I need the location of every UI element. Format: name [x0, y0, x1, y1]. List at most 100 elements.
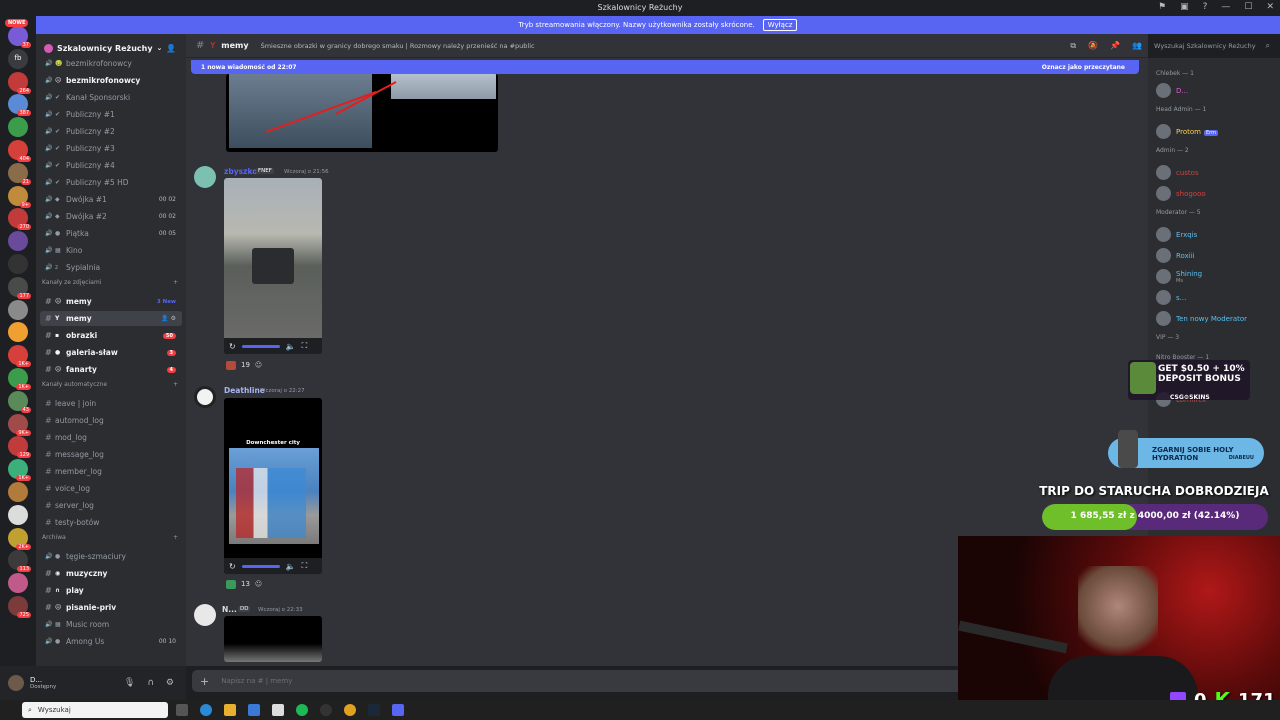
channel-item[interactable]: 🔊 ✔ Publiczny #2: [40, 124, 182, 139]
channel-item[interactable]: 🔊 ✔ Publiczny #1: [40, 107, 182, 122]
server-icon[interactable]: 129: [8, 436, 31, 459]
channel-item[interactable]: # testy-botów: [40, 515, 182, 530]
add-reaction-icon[interactable]: ☺: [255, 580, 262, 588]
server-icon[interactable]: 43: [8, 390, 31, 413]
message-author[interactable]: N...: [222, 605, 237, 614]
channel-item[interactable]: 🔊 ▦ Music room: [40, 617, 182, 632]
channel-item[interactable]: 🔊 🤢 bezmikrofonowcy: [40, 56, 182, 71]
server-icon[interactable]: 1K+: [8, 459, 31, 482]
channel-item[interactable]: # voice_log: [40, 481, 182, 496]
channel-settings-icon[interactable]: 👤 ⚙: [161, 315, 176, 322]
channel-category[interactable]: Archiwa +: [42, 534, 182, 544]
volume-icon[interactable]: 🔈: [286, 562, 296, 571]
pin-icon[interactable]: 📌: [1110, 41, 1120, 51]
channel-item[interactable]: 🔊 ✔ Publiczny #3: [40, 141, 182, 156]
member-item[interactable]: s...: [1156, 290, 1186, 305]
disable-streaming-button[interactable]: Wyłącz: [762, 19, 798, 31]
server-icon[interactable]: 113: [8, 550, 31, 573]
replay-icon[interactable]: ↻: [229, 342, 236, 351]
server-icon[interactable]: 21: [8, 162, 31, 185]
maximize-icon[interactable]: ☐: [1244, 2, 1252, 12]
channel-item[interactable]: 🔊 ● tęgie-szmaciury: [40, 549, 182, 564]
channel-item[interactable]: # server_log: [40, 498, 182, 513]
server-icon[interactable]: 264: [8, 71, 31, 94]
channel-item[interactable]: # Ymemy 👤 ⚙: [40, 311, 182, 326]
channel-item[interactable]: 🔊 ◆ Dwójka #1 00 02: [40, 192, 182, 207]
server-icon[interactable]: [8, 322, 28, 343]
member-item[interactable]: Ten nowy Moderator: [1156, 311, 1247, 326]
add-channel-icon[interactable]: +: [173, 534, 178, 541]
channel-item[interactable]: # 😐 memy 3 New: [40, 294, 182, 309]
server-header[interactable]: Szkalownicy Reżuchy ⌄ 👤: [36, 38, 186, 58]
store-icon[interactable]: [248, 704, 260, 716]
steam-icon[interactable]: [368, 704, 380, 716]
server-icon[interactable]: fb: [8, 48, 28, 69]
channel-category[interactable]: Kanały automatyczne +: [42, 381, 182, 391]
file-explorer-icon[interactable]: [224, 704, 236, 716]
task-view-icon[interactable]: [176, 704, 188, 716]
channel-item[interactable]: # ∩ play: [40, 583, 182, 598]
member-item[interactable]: custos: [1156, 165, 1199, 180]
member-item[interactable]: Protom Erm: [1156, 124, 1218, 139]
volume-slider[interactable]: [241, 344, 280, 348]
spotify-icon[interactable]: [296, 704, 308, 716]
pin-icon[interactable]: ⚑: [1158, 2, 1166, 12]
channel-item[interactable]: # message_log: [40, 447, 182, 462]
channel-item[interactable]: 🔊 ◆ Dwójka #2 00 02: [40, 209, 182, 224]
video-attachment[interactable]: ↻ 🔈 ⛶: [224, 178, 322, 354]
settings-gear-icon[interactable]: ⚙: [166, 678, 174, 688]
help-icon[interactable]: ?: [1203, 2, 1208, 12]
message-author[interactable]: zbyszko: [224, 167, 257, 176]
channel-topic[interactable]: Śmieszne obrazki w granicy dobrego smaku…: [261, 42, 535, 50]
server-icon[interactable]: 177: [8, 276, 31, 299]
server-icon[interactable]: 37: [8, 26, 31, 48]
avatar[interactable]: [194, 166, 216, 188]
server-icon[interactable]: [8, 482, 28, 502]
video-attachment[interactable]: [224, 616, 322, 662]
add-attachment-icon[interactable]: +: [200, 675, 209, 688]
replay-icon[interactable]: ↻: [229, 562, 236, 571]
member-item[interactable]: D...: [1156, 83, 1188, 98]
chrome-icon[interactable]: [344, 704, 356, 716]
mark-as-read-button[interactable]: Oznacz jako przeczytane: [1042, 64, 1125, 71]
calendar-icon[interactable]: [272, 704, 284, 716]
headphones-icon[interactable]: ∩: [147, 678, 154, 688]
discord-icon[interactable]: [392, 704, 404, 716]
member-item[interactable]: shogooo: [1156, 186, 1206, 201]
member-item[interactable]: Roxiii: [1156, 248, 1195, 263]
channel-item[interactable]: # ● galeria-sław 3: [40, 345, 182, 360]
channel-item[interactable]: 🔊 ● Piątka 00 05: [40, 226, 182, 241]
server-icon[interactable]: 725: [8, 596, 31, 618]
channel-item[interactable]: # 😐 fanarty 4: [40, 362, 182, 377]
channel-item[interactable]: # leave | join: [40, 396, 182, 411]
server-icon[interactable]: [8, 504, 28, 525]
channel-category[interactable]: Kanały ze zdjęciami +: [42, 279, 182, 289]
channel-item[interactable]: 🔊 z Sypialnia: [40, 260, 182, 275]
microphone-icon[interactable]: 🎙: [124, 678, 135, 688]
reaction-emoji-icon[interactable]: [226, 579, 236, 589]
server-icon[interactable]: 9+: [8, 185, 31, 208]
channel-item[interactable]: 🔊 ✔ Publiczny #4: [40, 158, 182, 173]
reaction-emoji-icon[interactable]: [226, 360, 236, 370]
server-icon[interactable]: [8, 299, 28, 320]
channel-item[interactable]: # automod_log: [40, 413, 182, 428]
avatar[interactable]: [8, 675, 24, 691]
inbox-icon[interactable]: ▣: [1180, 2, 1189, 12]
add-channel-icon[interactable]: +: [173, 279, 178, 286]
channel-item[interactable]: 🔊 😐 bezmikrofonowcy: [40, 73, 182, 88]
add-reaction-icon[interactable]: ☺: [255, 361, 262, 369]
new-messages-bar[interactable]: 1 nowa wiadomość od 22:07 Oznacz jako pr…: [191, 60, 1139, 74]
member-item[interactable]: Shining Ms: [1156, 269, 1202, 284]
server-icon[interactable]: [8, 573, 28, 594]
server-icon[interactable]: [8, 231, 28, 252]
threads-icon[interactable]: ⧉: [1070, 41, 1076, 51]
channel-item[interactable]: # member_log: [40, 464, 182, 479]
fullscreen-icon[interactable]: ⛶: [302, 341, 308, 351]
volume-slider[interactable]: [241, 564, 280, 568]
server-icon[interactable]: [8, 117, 28, 138]
channel-item[interactable]: 🔊 ▦ Kino: [40, 243, 182, 258]
close-icon[interactable]: ✕: [1266, 2, 1274, 12]
mute-bell-icon[interactable]: 🔕: [1088, 41, 1098, 51]
channel-item[interactable]: # mod_log: [40, 430, 182, 445]
channel-item[interactable]: # ▪ obrazki 50: [40, 328, 182, 343]
